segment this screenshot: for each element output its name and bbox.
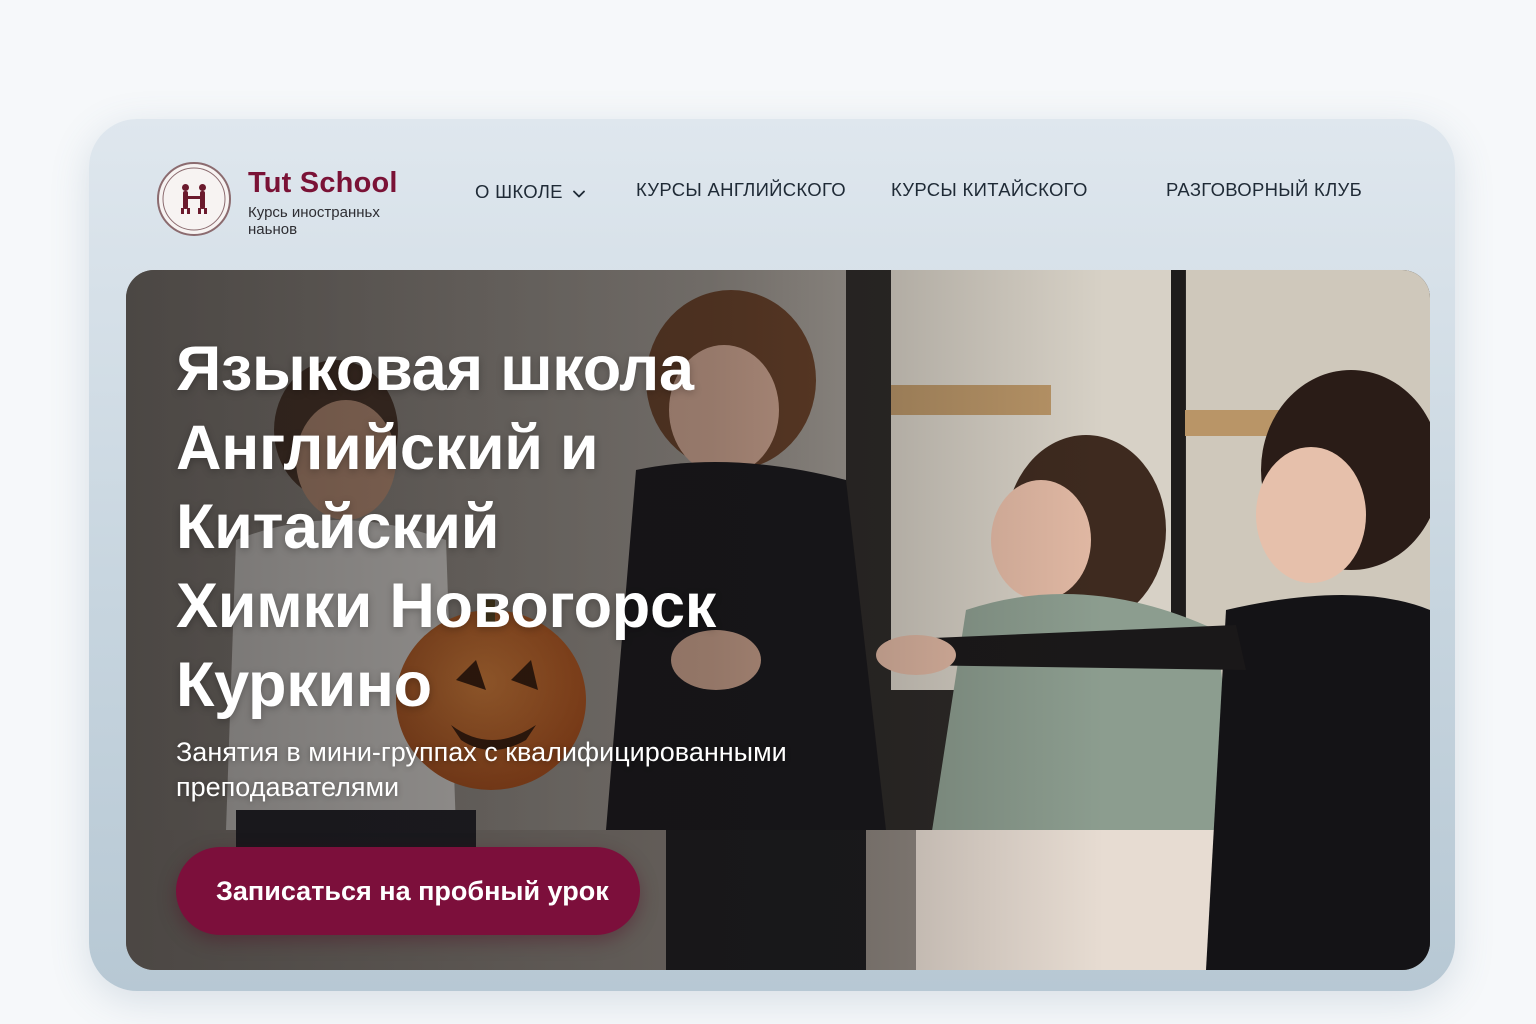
school-logo[interactable] bbox=[157, 162, 231, 236]
hero-subtitle: Занятия в мини-группах с квалифицированн… bbox=[176, 737, 787, 802]
brand-name[interactable]: Tut School bbox=[248, 167, 398, 200]
hero-title-line: Английский и bbox=[176, 413, 599, 483]
book-trial-lesson-button[interactable]: Записаться на пробный урок bbox=[176, 847, 640, 935]
logo-emblem-icon bbox=[162, 167, 226, 231]
site-frame: Tut School Курсь иностранньх наьнов О ШК… bbox=[89, 119, 1455, 991]
hero-title-line: Языковая школа bbox=[176, 334, 694, 404]
hero-title: Языковая школа Английский и Китайский Хи… bbox=[176, 330, 876, 725]
hero-title-line: Куркино bbox=[176, 650, 432, 720]
nav-item-chinese-courses[interactable]: КУРСЫ КИТАЙСКОГО bbox=[891, 179, 1088, 205]
hero-title-line: Химки Новогорск bbox=[176, 571, 716, 641]
nav-item-label: О ШКОЛЕ bbox=[475, 181, 563, 202]
hero-banner: Языковая школа Английский и Китайский Хи… bbox=[126, 270, 1430, 970]
chevron-down-icon bbox=[572, 181, 585, 203]
nav-item-english-courses[interactable]: КУРСЫ АНГЛИЙСКОГО bbox=[636, 179, 846, 205]
nav-item-speaking-club[interactable]: РАЗГОВОРНЫЙ КЛУБ bbox=[1166, 179, 1362, 205]
hero-title-line: Китайский bbox=[176, 492, 500, 562]
site-header: Tut School Курсь иностранньх наьнов О ШК… bbox=[89, 119, 1455, 269]
nav-item-about[interactable]: О ШКОЛЕ bbox=[475, 179, 585, 205]
brand-tagline: Курсь иностранньх наьнов bbox=[248, 204, 380, 238]
